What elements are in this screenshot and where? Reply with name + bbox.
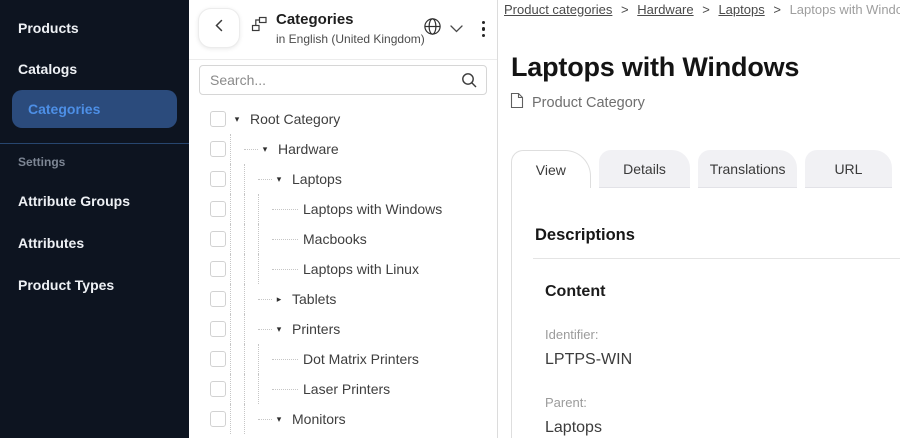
tree-item[interactable]: Macbooks [189, 224, 497, 254]
tree-item[interactable]: Laptops with Linux [189, 254, 497, 284]
tree-item-label[interactable]: Dot Matrix Printers [303, 351, 419, 367]
subsection-title-content: Content [545, 283, 900, 301]
tab-translations[interactable]: Translations [698, 150, 796, 188]
globe-icon [423, 17, 442, 41]
tree-checkbox[interactable] [210, 411, 226, 427]
breadcrumb-separator: > [773, 2, 781, 17]
tab-details[interactable]: Details [599, 150, 691, 188]
sidebar-item-products[interactable]: Products [0, 7, 189, 48]
collapse-toggle-icon[interactable]: ▾ [272, 175, 286, 184]
tree-checkbox[interactable] [210, 261, 226, 277]
chevron-down-icon [450, 20, 463, 38]
sidebar-section-settings-label: Settings [0, 144, 189, 180]
section-divider [533, 258, 900, 259]
tree-item[interactable]: ▾ Printers [189, 314, 497, 344]
tree-panel-header: Categories in English (United Kingdom) [189, 0, 497, 60]
tree-item[interactable]: ▾ Monitors [189, 404, 497, 434]
field-label-parent: Parent: [545, 395, 900, 410]
collapse-toggle-icon[interactable]: ▾ [230, 115, 244, 124]
sidebar-item-product-types[interactable]: Product Types [0, 264, 189, 306]
collapse-toggle-icon[interactable]: ▾ [272, 415, 286, 424]
category-tree: ▾ Root Category ▾ Hardware ▾ Laptops Lap… [189, 104, 497, 434]
collapse-toggle-icon[interactable]: ▾ [272, 325, 286, 334]
tree-item-label[interactable]: Printers [292, 321, 340, 337]
tree-item[interactable]: Dot Matrix Printers [189, 344, 497, 374]
back-button[interactable] [198, 8, 240, 48]
breadcrumb-link[interactable]: Hardware [637, 2, 693, 17]
tab-url[interactable]: URL [805, 150, 892, 188]
tree-item-label[interactable]: Hardware [278, 141, 339, 157]
chevron-left-icon [212, 18, 227, 38]
tree-item[interactable]: ▸ Tablets [189, 284, 497, 314]
tree-checkbox[interactable] [210, 351, 226, 367]
breadcrumb-current: Laptops with Windows [790, 2, 900, 17]
tree-checkbox[interactable] [210, 201, 226, 217]
tree-item-label[interactable]: Root Category [250, 111, 340, 127]
sidebar: Products Catalogs Categories Settings At… [0, 0, 189, 438]
tree-item-label[interactable]: Laser Printers [303, 381, 390, 397]
search-icon [461, 72, 478, 94]
tree-checkbox[interactable] [210, 231, 226, 247]
tree-item-label[interactable]: Laptops [292, 171, 342, 187]
breadcrumb-link[interactable]: Laptops [718, 2, 764, 17]
locale-switcher[interactable] [423, 17, 463, 41]
tree-panel-actions [423, 17, 488, 41]
tree-panel-title: Categories [276, 12, 425, 29]
sidebar-item-categories[interactable]: Categories [12, 90, 177, 128]
tab-view[interactable]: View [511, 150, 591, 188]
field-value-identifier: LPTPS-WIN [545, 351, 900, 369]
category-tree-panel: Categories in English (United Kingdom) [189, 0, 498, 438]
tree-item[interactable]: Laptops with Windows [189, 194, 497, 224]
search-input[interactable] [199, 65, 487, 95]
breadcrumb-link[interactable]: Product categories [504, 2, 612, 17]
sidebar-item-attributes[interactable]: Attributes [0, 222, 189, 264]
tree-item[interactable]: ▾ Root Category [189, 104, 497, 134]
field-label-identifier: Identifier: [545, 327, 900, 342]
tree-panel-title-group: Categories in English (United Kingdom) [250, 12, 425, 46]
tree-item-label[interactable]: Monitors [292, 411, 346, 427]
tree-item-label[interactable]: Laptops with Linux [303, 261, 419, 277]
tree-item[interactable]: ▾ Laptops [189, 164, 497, 194]
breadcrumb-separator: > [702, 2, 710, 17]
tab-panel-view: Descriptions Content Identifier: LPTPS-W… [511, 188, 900, 438]
tree-item-label[interactable]: Macbooks [303, 231, 367, 247]
tree-checkbox[interactable] [210, 291, 226, 307]
sidebar-item-catalogs[interactable]: Catalogs [0, 48, 189, 89]
tree-panel-locale-subtitle: in English (United Kingdom) [276, 32, 425, 46]
tree-checkbox[interactable] [210, 171, 226, 187]
tree-checkbox[interactable] [210, 321, 226, 337]
app-window: Products Catalogs Categories Settings At… [0, 0, 900, 438]
breadcrumb: Product categories > Hardware > Laptops … [498, 0, 900, 17]
breadcrumb-separator: > [621, 2, 629, 17]
tree-checkbox[interactable] [210, 111, 226, 127]
sidebar-item-attribute-groups[interactable]: Attribute Groups [0, 180, 189, 222]
tree-item[interactable]: Laser Printers [189, 374, 497, 404]
document-icon [510, 92, 524, 113]
collapse-toggle-icon[interactable]: ▾ [258, 145, 272, 154]
field-value-parent: Laptops [545, 419, 900, 437]
detail-panel: Product categories > Hardware > Laptops … [498, 0, 900, 438]
tree-checkbox[interactable] [210, 141, 226, 157]
tree-search [199, 65, 487, 95]
page-title: Laptops with Windows [511, 54, 900, 81]
kebab-menu-icon[interactable] [480, 19, 488, 40]
page-type: Product Category [510, 92, 900, 113]
section-title-descriptions: Descriptions [535, 226, 900, 245]
tree-item-label[interactable]: Laptops with Windows [303, 201, 442, 217]
tab-bar: View Details Translations URL [498, 150, 900, 188]
tree-item-label[interactable]: Tablets [292, 291, 336, 307]
expand-toggle-icon[interactable]: ▸ [272, 295, 286, 304]
tree-checkbox[interactable] [210, 381, 226, 397]
category-tree-icon [250, 15, 268, 46]
page-type-label: Product Category [532, 95, 645, 111]
tree-item[interactable]: ▾ Hardware [189, 134, 497, 164]
